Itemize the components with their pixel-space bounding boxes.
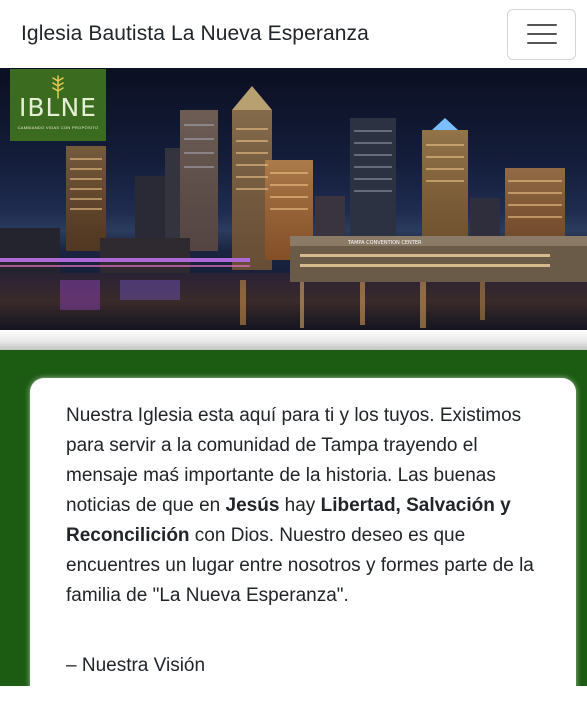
convention-center-sign: TAMPA CONVENTION CENTER	[347, 240, 422, 246]
logo-text: IBLNE	[19, 93, 97, 122]
navbar-brand[interactable]: Iglesia Bautista La Nueva Esperanza	[21, 22, 369, 46]
logo-tagline: CAMBIANDO VIDAS CON PROPÓSITO	[17, 125, 99, 130]
vision-statement: Nuestra Iglesia esta aquí para ti y los …	[66, 401, 540, 611]
vision-bold-jesus: Jesús	[225, 495, 280, 516]
vision-card: Nuestra Iglesia esta aquí para ti y los …	[30, 378, 576, 708]
section-divider	[0, 330, 587, 350]
navbar: Iglesia Bautista La Nueva Esperanza	[0, 0, 587, 68]
hamburger-menu-icon	[526, 42, 557, 44]
hamburger-menu-icon	[526, 24, 557, 26]
church-logo[interactable]: IBLNE CAMBIANDO VIDAS CON PROPÓSITO	[10, 69, 106, 141]
vision-signature: – Nuestra Visión	[66, 655, 206, 676]
menu-toggle-button[interactable]	[507, 8, 576, 60]
hamburger-menu-icon	[526, 33, 557, 35]
vision-text-part2: hay	[279, 495, 321, 516]
